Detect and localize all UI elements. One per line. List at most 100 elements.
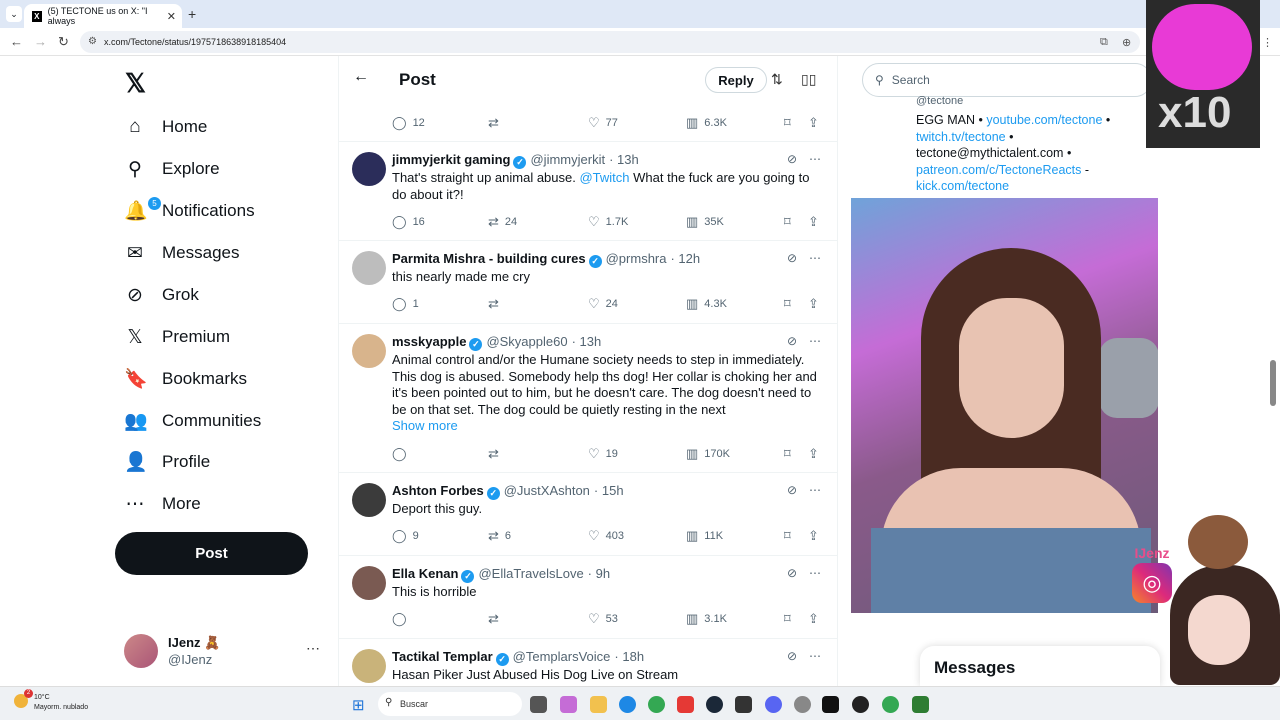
app-icon[interactable]: [677, 696, 694, 713]
bookmark-action[interactable]: ⌑: [784, 446, 791, 462]
edge-icon[interactable]: [619, 696, 636, 713]
views-action[interactable]: ▥ 11K: [686, 528, 723, 544]
reader-icon[interactable]: ▯▯: [801, 71, 816, 88]
repost-action[interactable]: ⇄: [488, 446, 505, 462]
tweet[interactable]: Ashton Forbes ✓ @JustXAshton · 15h ⊘ ⋯ Depo…: [339, 473, 837, 556]
user-handle[interactable]: @TemplarsVoice: [513, 649, 611, 664]
share-action[interactable]: ⇪: [808, 528, 819, 544]
avatar[interactable]: [352, 251, 386, 285]
browser-tab[interactable]: X (5) TECTONE us on X: "I always ✕: [24, 4, 182, 28]
reply-action[interactable]: ◯ 12: [392, 115, 425, 131]
views-action[interactable]: ▥ 35K: [686, 214, 724, 230]
timestamp[interactable]: · 15h: [594, 483, 624, 498]
tweet[interactable]: Parmita Mishra - building cures ✓ @prmshra…: [339, 241, 837, 324]
tab-list-icon[interactable]: ⌄: [6, 6, 22, 22]
steam-icon[interactable]: [706, 696, 723, 713]
repost-action[interactable]: ⇄: [488, 611, 505, 627]
youtube-link[interactable]: youtube.com/tectone: [986, 113, 1102, 127]
show-more-link[interactable]: Show more: [392, 418, 822, 435]
user-handle[interactable]: @JustXAshton: [504, 483, 590, 498]
nav-bookmarks[interactable]: 🔖 Bookmarks: [124, 359, 247, 399]
avatar[interactable]: [352, 334, 386, 368]
tweet[interactable]: msskyapple ✓ @Skyapple60 · 13h ⊘ ⋯ Animal c…: [339, 324, 837, 473]
reply-action[interactable]: ◯: [392, 611, 413, 627]
address-bar[interactable]: ⚙ x.com/Tectone/status/19757186389181854…: [80, 31, 1140, 53]
forward-arrow-icon[interactable]: →: [34, 34, 47, 49]
like-action[interactable]: ♡ 77: [588, 115, 618, 131]
menu-kebab-icon[interactable]: ⋮: [1262, 36, 1273, 49]
zoom-icon[interactable]: ⊕: [1122, 36, 1131, 49]
bookmark-action[interactable]: ⌑: [784, 115, 791, 131]
timestamp[interactable]: · 13h: [609, 152, 639, 167]
share-action[interactable]: ⇪: [808, 214, 819, 230]
more-dots-icon[interactable]: ⋯: [809, 334, 821, 348]
share-action[interactable]: ⇪: [808, 115, 819, 131]
more-dots-icon[interactable]: ⋯: [306, 640, 320, 657]
messages-drawer[interactable]: Messages: [920, 646, 1160, 686]
grok-icon[interactable]: ⊘: [787, 251, 797, 265]
copilot-icon[interactable]: [560, 696, 577, 713]
display-name[interactable]: Ella Kenan: [392, 566, 458, 581]
bookmark-action[interactable]: ⌑: [784, 214, 791, 230]
tweet[interactable]: Tactikal Templar ✓ @TemplarsVoice · 18h ⊘ ⋯…: [339, 639, 837, 686]
patreon-link[interactable]: patreon.com/c/TectoneReacts: [916, 163, 1081, 177]
nav-communities[interactable]: 👥 Communities: [124, 401, 261, 441]
reply-action[interactable]: ◯ 16: [392, 214, 425, 230]
share-action[interactable]: ⇪: [808, 446, 819, 462]
discord-icon[interactable]: [765, 696, 782, 713]
reload-icon[interactable]: ↻: [58, 34, 69, 50]
avatar[interactable]: [352, 566, 386, 600]
nav-grok[interactable]: ⊘ Grok: [124, 275, 199, 315]
bookmark-action[interactable]: ⌑: [784, 611, 791, 627]
terminal-icon[interactable]: [735, 696, 752, 713]
reply-action[interactable]: ◯ 1: [392, 296, 419, 312]
share-action[interactable]: ⇪: [808, 296, 819, 312]
mention-link[interactable]: @Twitch: [579, 170, 629, 185]
bookmark-action[interactable]: ⌑: [784, 528, 791, 544]
display-name[interactable]: Tactikal Templar: [392, 649, 493, 664]
task-view-icon[interactable]: [530, 696, 547, 713]
more-dots-icon[interactable]: ⋯: [809, 566, 821, 580]
taskbar-search[interactable]: ⚲ Buscar: [378, 692, 522, 716]
display-name[interactable]: jimmyjerkit gaming: [392, 152, 510, 167]
obs-icon[interactable]: [852, 696, 869, 713]
display-name[interactable]: Ashton Forbes: [392, 483, 484, 498]
nav-notifications[interactable]: 🔔 5 Notifications: [124, 191, 255, 231]
user-handle[interactable]: @jimmyjerkit: [530, 152, 605, 167]
post-button[interactable]: Post: [115, 532, 308, 575]
share-action[interactable]: ⇪: [808, 611, 819, 627]
back-arrow-icon[interactable]: ←: [10, 34, 23, 49]
windows-start-icon[interactable]: ⊞: [352, 696, 365, 714]
timestamp[interactable]: · 9h: [588, 566, 610, 581]
like-action[interactable]: ♡ 19: [588, 446, 618, 462]
nav-more[interactable]: ⋯ More: [124, 484, 201, 524]
install-icon[interactable]: ⧉: [1100, 36, 1108, 49]
avatar[interactable]: [352, 483, 386, 517]
grok-icon[interactable]: ⊘: [787, 483, 797, 497]
like-action[interactable]: ♡ 24: [588, 296, 618, 312]
new-tab-button[interactable]: +: [188, 6, 196, 22]
avatar[interactable]: [352, 152, 386, 186]
user-handle[interactable]: @EllaTravelsLove: [478, 566, 583, 581]
file-explorer-icon[interactable]: [590, 696, 607, 713]
scrollbar[interactable]: [1270, 360, 1276, 406]
site-info-icon[interactable]: ⚙: [88, 36, 97, 47]
display-name[interactable]: msskyapple: [392, 334, 466, 349]
nav-profile[interactable]: 👤 Profile: [124, 442, 210, 482]
timestamp[interactable]: · 18h: [614, 649, 644, 664]
sliders-icon[interactable]: ⇅: [771, 71, 783, 88]
nav-premium[interactable]: 𝕏 Premium: [124, 317, 230, 357]
x-logo-icon[interactable]: 𝕏: [125, 68, 146, 99]
nav-messages[interactable]: ✉ Messages: [124, 233, 239, 273]
views-action[interactable]: ▥ 4.3K: [686, 296, 727, 312]
more-dots-icon[interactable]: ⋯: [809, 251, 821, 265]
kick-link[interactable]: kick.com/tectone: [916, 179, 1009, 193]
like-action[interactable]: ♡ 403: [588, 528, 624, 544]
tweet[interactable]: Ella Kenan ✓ @EllaTravelsLove · 9h ⊘ ⋯ This…: [339, 556, 837, 639]
chrome-profile-icon[interactable]: [882, 696, 899, 713]
grok-icon[interactable]: ⊘: [787, 566, 797, 580]
epic-games-icon[interactable]: [822, 696, 839, 713]
nav-explore[interactable]: ⚲ Explore: [124, 149, 220, 189]
timestamp[interactable]: · 13h: [572, 334, 602, 349]
twitch-link[interactable]: twitch.tv/tectone: [916, 130, 1006, 144]
